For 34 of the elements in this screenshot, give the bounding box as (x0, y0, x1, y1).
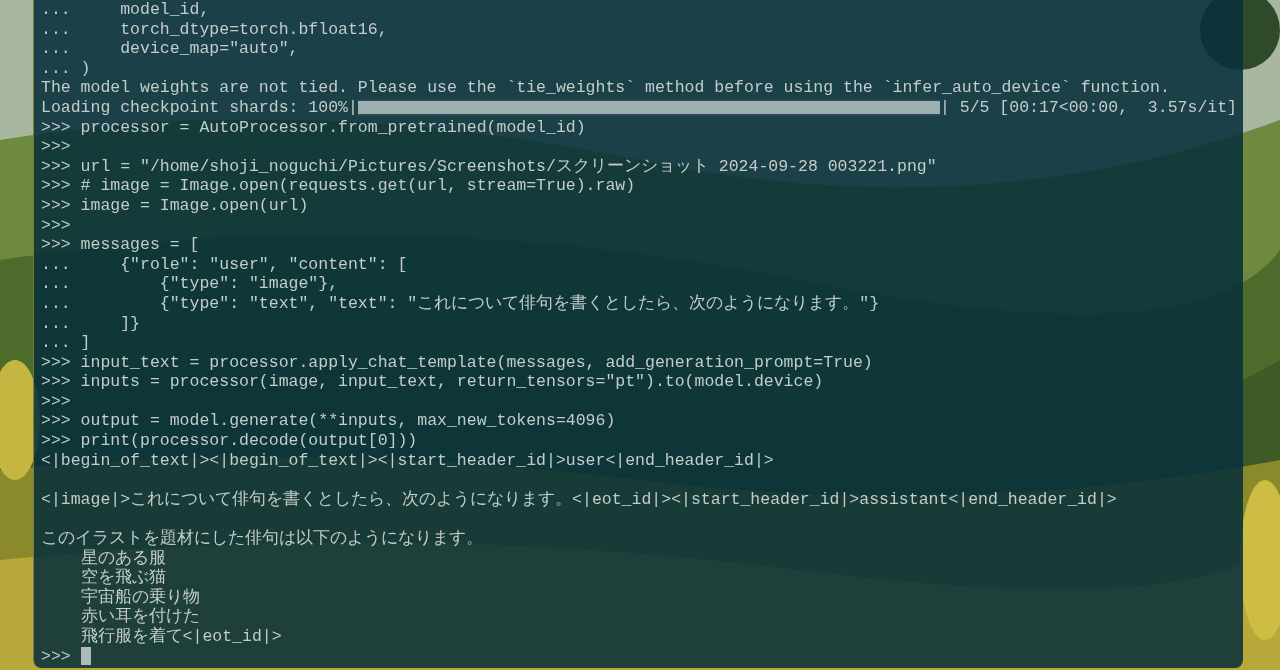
terminal-line: ... {"type": "image"}, (41, 274, 339, 294)
prompt: >>> (41, 646, 71, 667)
terminal-line: >>> inputs = processor(image, input_text, return_tensors="pt").to(model.device) (41, 372, 824, 392)
terminal-line: 飛行服を着て<|eot_id|> (79, 627, 282, 647)
terminal-line: ... {"type": "text", "text": "これについて俳句を書くとしたら、次のようになります。"} (41, 293, 880, 314)
terminal-line: ... ) (41, 58, 91, 79)
terminal-line: >>> (41, 215, 71, 236)
terminal-line: >>> input_text = processor.apply_chat_template(messages, add_generation_prompt=True) (41, 352, 873, 373)
terminal-line: 赤い耳を付けた (79, 607, 200, 627)
terminal-line: >>> (41, 391, 71, 412)
terminal-line: >>> print(processor.decode(output[0])) (41, 431, 418, 451)
terminal-line: >>> (41, 137, 71, 157)
terminal-line: >>> # image = Image.open(requests.get(url, stream=True).raw) (41, 176, 636, 196)
terminal-line: 空を飛ぶ猫 (79, 568, 166, 588)
terminal-line: >>> processor = AutoProcessor.from_pretrained(model_id) (41, 117, 586, 138)
progress-label: Loading checkpoint shards: 100%| (41, 97, 358, 118)
terminal-line: ... {"role": "user", "content": [ (41, 254, 408, 275)
terminal-line: 星のある服 (79, 548, 166, 568)
cursor[interactable] (80, 647, 91, 666)
progress-status: | 5/5 [00:17<00:00, 3.57s/it] (939, 97, 1237, 118)
terminal-line: ... torch_dtype=torch.bfloat16, (41, 19, 388, 40)
terminal-line: ... ]} (41, 313, 141, 334)
terminal-line: >>> image = Image.open(url) (41, 195, 309, 216)
terminal-line: >>> url = "/home/shoji_noguchi/Pictures/Screenshots/スクリーンショット 2024-09-28 003221.png" (41, 156, 937, 177)
terminal-line: ... ] (41, 333, 91, 353)
terminal-line: <|image|>これについて俳句を書くとしたら、次のようになります。<|eot_id|><|start_header_id|>assistant<|end_header_id|> (41, 489, 1117, 510)
terminal-line: >>> messages = [ (41, 235, 200, 255)
terminal-line: >>> output = model.generate(**inputs, max_new_tokens=4096) (41, 411, 616, 432)
terminal-line: ... model_id, (41, 0, 210, 20)
terminal-line: 宇宙船の乗り物 (79, 587, 200, 607)
terminal-line: このイラストを題材にした俳句は以下のようになります。 (41, 529, 483, 549)
terminal-line: <|begin_of_text|><|begin_of_text|><|start_header_id|>user<|end_header_id|> (41, 450, 774, 471)
terminal-line: ... device_map="auto", (41, 39, 299, 59)
terminal-line: The model weights are not tied. Please use the `tie_weights` method before using the `infer_auto_device` function. (41, 78, 1170, 98)
